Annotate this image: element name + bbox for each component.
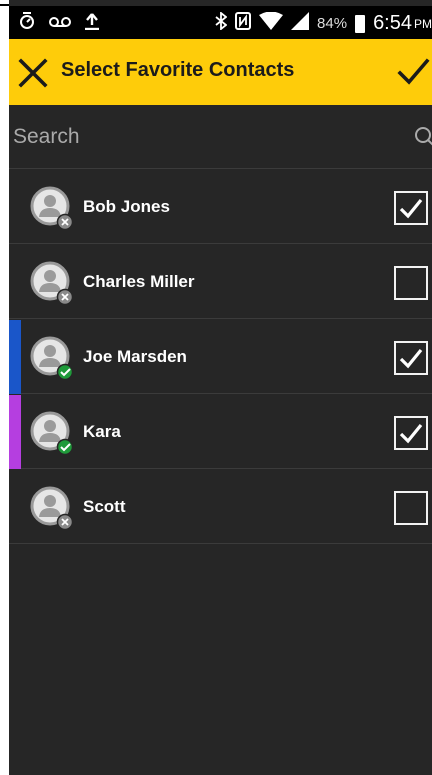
bluetooth-icon [215,11,228,35]
contact-row[interactable]: Joe Marsden [9,320,432,394]
contact-accent-bar [9,320,21,394]
clock-time: 6:54 [373,12,412,34]
contact-row[interactable]: Charles Miller [9,245,432,319]
search-bar [9,105,432,169]
contact-name: Scott [83,497,126,516]
page-title: Select Favorite Contacts [61,59,295,81]
presence-status-icon [56,363,74,381]
favorite-checkbox[interactable] [394,191,428,225]
app-bar: Select Favorite Contacts [9,39,432,105]
contact-name: Joe Marsden [83,347,187,366]
signal-icon [291,12,310,35]
alarm-icon [19,12,35,35]
contact-avatar [30,336,74,381]
favorite-checkbox[interactable] [394,416,428,450]
status-bar: 84% 6:54 PM [9,6,432,39]
confirm-button[interactable] [394,53,432,91]
search-icon[interactable] [413,125,432,149]
favorite-checkbox[interactable] [394,491,428,525]
battery-percent: 84% [317,15,348,32]
checkmark-icon [399,198,423,219]
checkmark-icon [399,423,423,444]
clock-ampm: PM [414,16,432,31]
contact-row[interactable]: Kara [9,395,432,469]
contact-accent-bar [9,395,21,469]
close-icon [18,58,48,88]
battery-icon [355,14,366,33]
favorite-checkbox[interactable] [394,341,428,375]
nfc-icon [235,12,252,35]
contact-row[interactable]: Scott [9,470,432,544]
contact-avatar [30,411,74,456]
voicemail-icon [49,15,71,33]
contact-name: Kara [83,422,121,441]
contact-avatar [30,261,74,306]
contact-row[interactable]: Bob Jones [9,170,432,244]
checkmark-icon [397,58,430,85]
contact-name: Bob Jones [83,197,170,216]
contact-avatar [30,486,74,531]
wifi-icon [259,11,284,35]
contact-name: Charles Miller [83,272,195,291]
presence-status-icon [56,438,74,456]
contact-avatar [30,186,74,231]
upload-icon [85,12,99,35]
close-button[interactable] [15,55,51,91]
search-input[interactable] [13,121,393,153]
favorite-checkbox[interactable] [394,266,428,300]
checkmark-icon [399,348,423,369]
app-screen: 84% 6:54 PM Select Favorite Contacts Bob… [9,0,432,775]
